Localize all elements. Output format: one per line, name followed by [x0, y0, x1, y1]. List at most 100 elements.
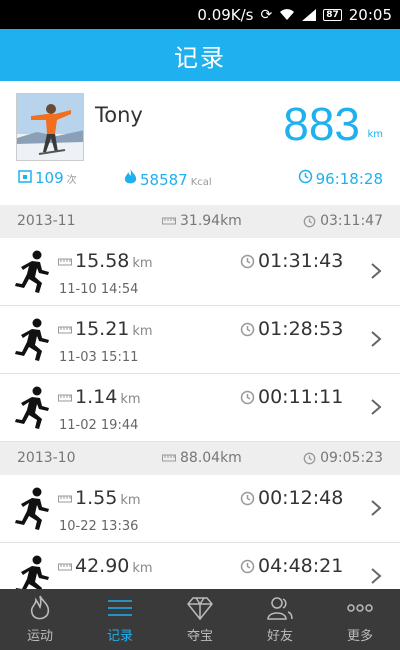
clock-icon	[298, 169, 312, 184]
run-time-value: 04:48:21	[258, 555, 344, 577]
battery-icon: 87	[323, 8, 342, 21]
run-date: 11-02 19:44	[59, 418, 139, 433]
run-date: 10-22 13:36	[59, 519, 139, 534]
run-distance-unit: km	[120, 392, 141, 407]
run-distance: 15.58 km	[58, 250, 153, 272]
clock: 20:05	[348, 5, 392, 24]
chevron-right-icon[interactable]	[370, 398, 382, 416]
profile-summary: Tony 883 km 109 次 58587 Kcal 96:18:28	[0, 81, 400, 205]
clock-icon	[303, 215, 316, 227]
friends-icon	[267, 597, 293, 620]
list-icon	[108, 600, 132, 616]
run-date: 11-03 15:11	[59, 350, 139, 365]
month-time: 03:11:47	[303, 213, 383, 229]
run-distance-value: 1.55	[75, 487, 118, 509]
ruler-icon	[162, 217, 176, 225]
ruler-icon	[162, 454, 176, 462]
total-distance: 883	[283, 98, 360, 150]
runner-icon	[15, 386, 49, 429]
run-time: 01:28:53	[240, 318, 343, 340]
run-time: 00:11:11	[240, 386, 343, 408]
clock-icon	[240, 491, 255, 505]
chevron-right-icon[interactable]	[370, 330, 382, 348]
signal-icon	[302, 8, 317, 21]
month-name: 2013-11	[17, 213, 76, 229]
run-count-unit: 次	[66, 175, 77, 186]
run-time: 01:31:43	[240, 250, 343, 272]
ruler-icon	[58, 258, 72, 266]
username: Tony	[95, 103, 143, 127]
run-row[interactable]: 15.58 km 11-10 14:54 01:31:43	[0, 238, 400, 306]
nav-label: 记录	[106, 629, 133, 644]
run-distance-value: 15.58	[75, 250, 130, 272]
month-distance-value: 31.94km	[180, 213, 242, 229]
calories-unit: Kcal	[190, 177, 212, 188]
clock-icon	[240, 322, 255, 336]
diamond-icon	[187, 597, 213, 621]
month-time-value: 09:05:23	[320, 450, 383, 466]
run-time-value: 01:31:43	[258, 250, 344, 272]
clock-icon	[240, 390, 255, 404]
ruler-icon	[58, 326, 72, 334]
page-title: 记录	[174, 43, 226, 72]
clock-icon	[240, 254, 255, 268]
nav-item-friends[interactable]: 好友	[240, 589, 320, 650]
run-distance-unit: km	[120, 493, 141, 508]
run-count-stat: 109 次	[18, 169, 77, 187]
avatar[interactable]	[16, 93, 84, 161]
month-name: 2013-10	[17, 450, 76, 466]
run-row[interactable]: 15.21 km 11-03 15:11 01:28:53	[0, 306, 400, 374]
run-time: 04:48:21	[240, 555, 343, 577]
run-distance: 42.90 km	[58, 555, 153, 577]
ruler-icon	[58, 495, 72, 503]
network-speed: 0.09K/s	[197, 5, 254, 24]
run-distance: 15.21 km	[58, 318, 153, 340]
month-time: 09:05:23	[303, 450, 383, 466]
runner-icon	[15, 318, 49, 361]
calendar-icon	[18, 170, 32, 183]
month-time-value: 03:11:47	[320, 213, 383, 229]
ruler-icon	[58, 563, 72, 571]
clock-icon	[303, 452, 316, 464]
title-bar: 记录	[0, 29, 400, 81]
run-distance-unit: km	[132, 324, 153, 339]
calories-stat: 58587 Kcal	[124, 169, 212, 189]
run-distance-unit: km	[132, 561, 153, 576]
run-distance-value: 1.14	[75, 386, 118, 408]
clock-icon	[240, 559, 255, 573]
nav-item-more[interactable]: 更多	[320, 589, 400, 650]
run-time-value: 01:28:53	[258, 318, 344, 340]
run-distance: 1.55 km	[58, 487, 141, 509]
month-distance: 88.04km	[162, 450, 242, 466]
calories-value: 58587	[140, 171, 188, 189]
month-distance-value: 88.04km	[180, 450, 242, 466]
month-header: 2013-10 88.04km 09:05:23	[0, 442, 400, 475]
status-bar: 0.09K/s ⟳ 87 20:05	[0, 0, 400, 29]
bottom-nav: 运动 记录 夺宝 好友 更多	[0, 589, 400, 650]
flame-icon	[124, 169, 137, 184]
chevron-right-icon[interactable]	[370, 567, 382, 585]
run-distance: 1.14 km	[58, 386, 141, 408]
nav-item-treasure[interactable]: 夺宝	[160, 589, 240, 650]
run-date: 11-10 14:54	[59, 282, 139, 297]
run-row[interactable]: 1.55 km 10-22 13:36 00:12:48	[0, 475, 400, 543]
nav-label: 更多	[346, 629, 373, 644]
month-header: 2013-11 31.94km 03:11:47	[0, 205, 400, 238]
stats-row: 109 次 58587 Kcal 96:18:28	[0, 169, 400, 195]
sync-icon: ⟳	[260, 6, 273, 23]
nav-item-sport[interactable]: 运动	[0, 589, 80, 650]
runner-icon	[15, 487, 49, 530]
run-count: 109	[35, 169, 64, 187]
nav-item-records[interactable]: 记录	[80, 589, 160, 650]
runner-icon	[15, 250, 49, 293]
nav-label: 夺宝	[186, 629, 213, 644]
chevron-right-icon[interactable]	[370, 262, 382, 280]
run-time: 00:12:48	[240, 487, 343, 509]
run-distance-value: 15.21	[75, 318, 130, 340]
chevron-right-icon[interactable]	[370, 499, 382, 517]
nav-label: 好友	[266, 629, 293, 644]
total-distance-unit: km	[367, 129, 383, 140]
run-row[interactable]: 1.14 km 11-02 19:44 00:11:11	[0, 374, 400, 442]
run-time-value: 00:12:48	[258, 487, 344, 509]
nav-label: 运动	[26, 629, 53, 644]
